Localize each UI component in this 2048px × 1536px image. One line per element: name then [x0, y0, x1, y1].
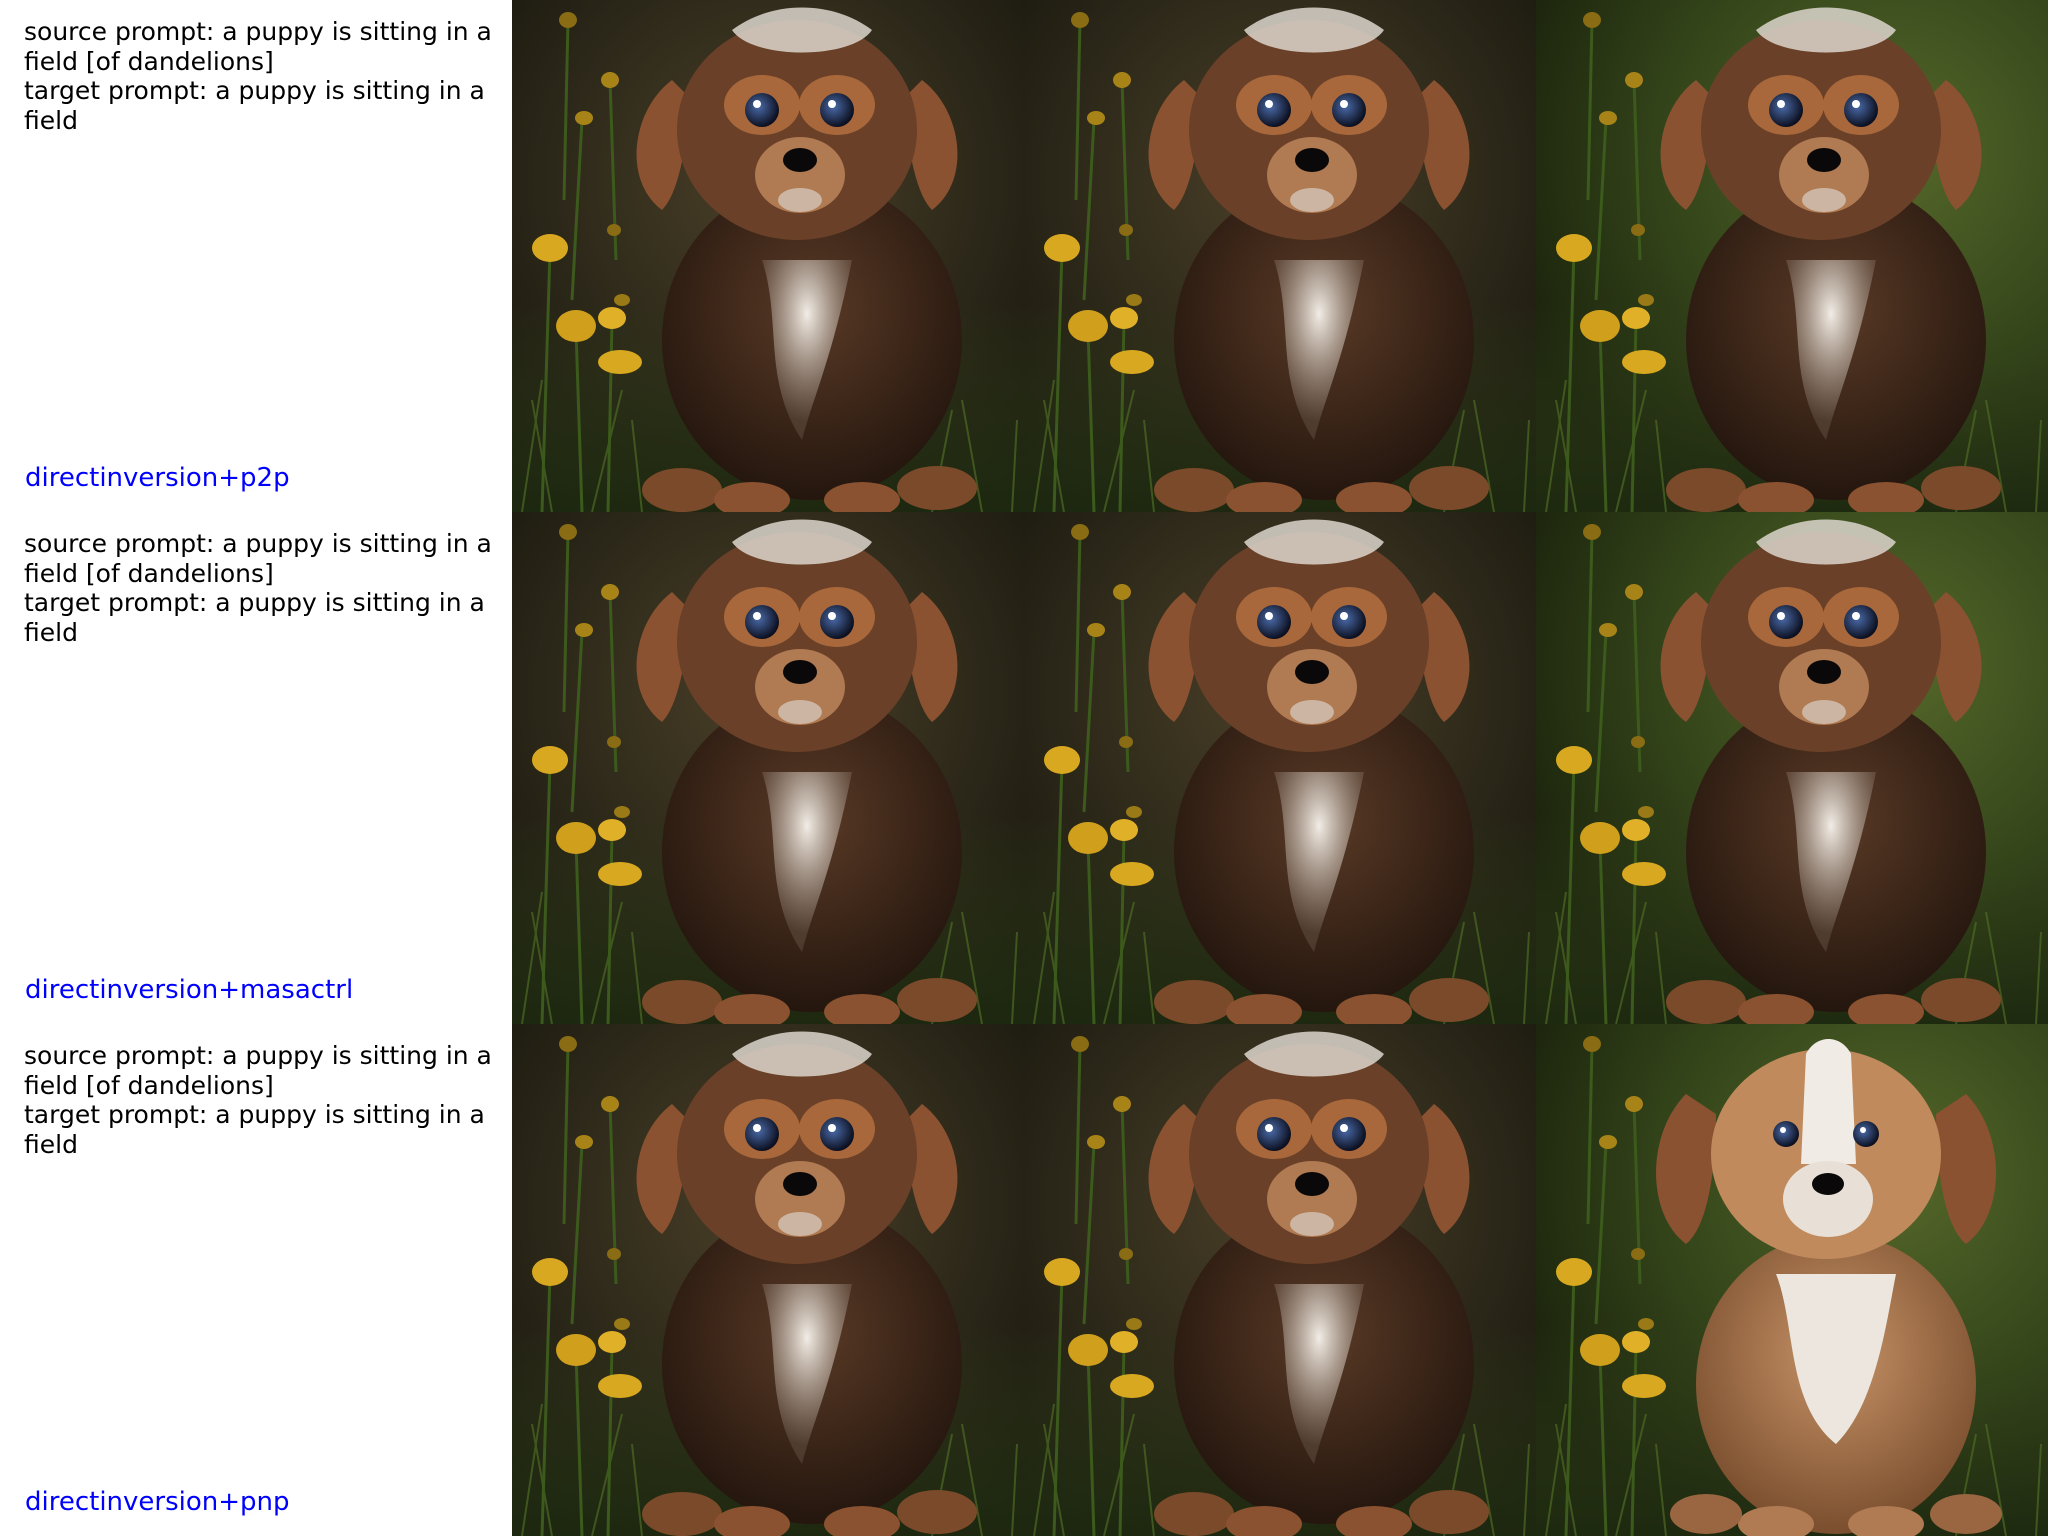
- puppy-image: [512, 0, 1024, 512]
- comparison-row: source prompt: a puppy is sitting in a f…: [0, 0, 2048, 512]
- inverted-image: [1024, 0, 1536, 512]
- source-image: [512, 1024, 1024, 1536]
- target-prompt: target prompt: a puppy is sitting in a f…: [24, 588, 485, 647]
- comparison-grid: source prompt: a puppy is sitting in a f…: [0, 0, 2048, 1536]
- inverted-image: [1024, 1024, 1536, 1536]
- puppy-image: [1024, 1024, 1536, 1536]
- row-label-panel: source prompt: a puppy is sitting in a f…: [0, 512, 512, 1024]
- method-label: directinversion+masactrl: [25, 975, 354, 1005]
- source-image: [512, 512, 1024, 1024]
- puppy-image: [1536, 1024, 2048, 1536]
- prompt-text: source prompt: a puppy is sitting in a f…: [24, 529, 500, 647]
- method-label: directinversion+p2p: [25, 463, 290, 493]
- puppy-image: [1536, 512, 2048, 1024]
- puppy-image: [512, 512, 1024, 1024]
- edited-image: [1536, 512, 2048, 1024]
- source-prompt: source prompt: a puppy is sitting in a f…: [24, 529, 492, 588]
- puppy-image: [512, 1024, 1024, 1536]
- source-image: [512, 0, 1024, 512]
- edited-image: [1536, 0, 2048, 512]
- prompt-text: source prompt: a puppy is sitting in a f…: [24, 17, 500, 135]
- source-prompt: source prompt: a puppy is sitting in a f…: [24, 17, 492, 76]
- source-prompt: source prompt: a puppy is sitting in a f…: [24, 1041, 492, 1100]
- puppy-image: [1024, 512, 1536, 1024]
- inverted-image: [1024, 512, 1536, 1024]
- target-prompt: target prompt: a puppy is sitting in a f…: [24, 1100, 485, 1159]
- prompt-text: source prompt: a puppy is sitting in a f…: [24, 1041, 500, 1159]
- puppy-image: [1024, 0, 1536, 512]
- row-label-panel: source prompt: a puppy is sitting in a f…: [0, 1024, 512, 1536]
- edited-image: [1536, 1024, 2048, 1536]
- comparison-row: source prompt: a puppy is sitting in a f…: [0, 1024, 2048, 1536]
- target-prompt: target prompt: a puppy is sitting in a f…: [24, 76, 485, 135]
- row-label-panel: source prompt: a puppy is sitting in a f…: [0, 0, 512, 512]
- method-label: directinversion+pnp: [25, 1487, 290, 1517]
- puppy-image: [1536, 0, 2048, 512]
- comparison-row: source prompt: a puppy is sitting in a f…: [0, 512, 2048, 1024]
